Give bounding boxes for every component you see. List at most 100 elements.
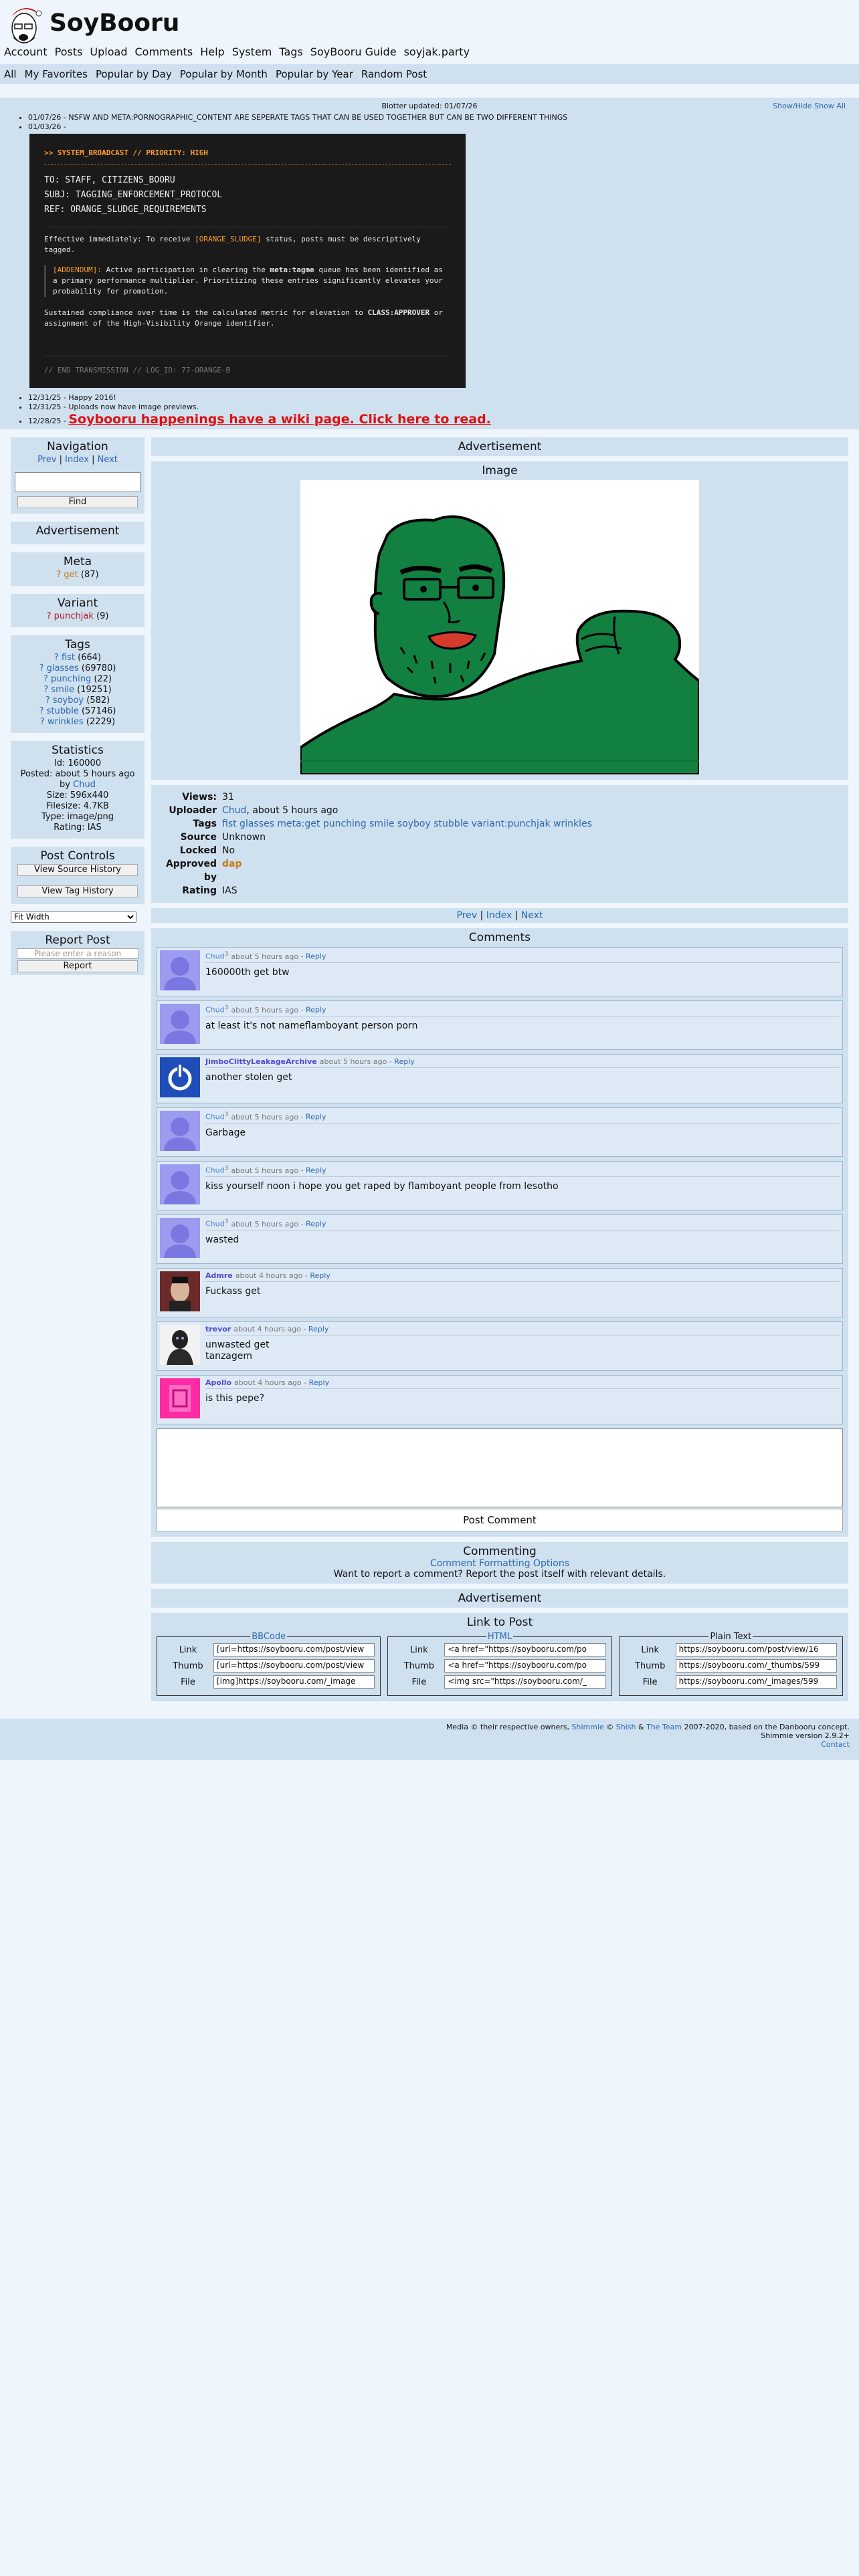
html-file-field[interactable]: <img src="https://soybooru.com/_: [444, 1675, 606, 1689]
team-link[interactable]: The Team: [646, 1723, 682, 1731]
comment-formatting-link[interactable]: Comment Formatting Options: [430, 1558, 569, 1569]
uploader-link[interactable]: Chud: [73, 780, 96, 790]
subnav-popular-day[interactable]: Popular by Day: [96, 68, 172, 80]
comments-block: Comments Chud3 about 5 hours ago - Reply 1…: [151, 928, 848, 1537]
nav-soybooru-guide[interactable]: SoyBooru Guide: [310, 45, 397, 58]
comment-meta: Chud3 about 5 hours ago - Reply: [205, 1218, 840, 1230]
nav-soyjak-party[interactable]: soyjak.party: [404, 45, 470, 58]
comment: JimboClittyLeakageArchive about 5 hours a…: [157, 1054, 843, 1103]
fit-width-select[interactable]: Fit Width: [11, 911, 136, 923]
post-comment-button[interactable]: Post Comment: [157, 1509, 843, 1531]
avatar[interactable]: [160, 1164, 200, 1204]
reply-link[interactable]: Reply: [306, 1220, 326, 1228]
comment-text: Fuckass get: [205, 1286, 261, 1297]
avatar[interactable]: [160, 950, 200, 990]
html-thumb-field[interactable]: <a href="https://soybooru.com/po: [444, 1659, 606, 1673]
plain-file-field[interactable]: https://soybooru.com/_images/599: [675, 1675, 837, 1689]
bbcode-thumb-field[interactable]: [url=https://soybooru.com/post/view: [213, 1659, 375, 1673]
blotter-list: 01/07/26 - NSFW AND META:PORNOGRAPHIC_CO…: [9, 113, 850, 427]
pager-next[interactable]: Next: [521, 910, 543, 921]
avatar[interactable]: [160, 1004, 200, 1044]
search-input[interactable]: [15, 472, 140, 492]
comment-user-link[interactable]: Chud: [205, 1220, 225, 1228]
wiki-page-link[interactable]: Soybooru happenings have a wiki page. Cl…: [68, 412, 491, 427]
nav-index-link[interactable]: Index: [65, 455, 89, 465]
bbcode-file-field[interactable]: [img]https://soybooru.com/_image: [213, 1675, 375, 1689]
soyjak-logo-icon[interactable]: [5, 4, 44, 48]
nav-upload[interactable]: Upload: [90, 45, 127, 58]
comment-time: about 4 hours ago: [233, 1325, 301, 1333]
subnav-popular-month[interactable]: Popular by Month: [180, 68, 268, 80]
subnav-random-post[interactable]: Random Post: [361, 68, 427, 80]
source-value: Unknown: [222, 832, 266, 843]
avatar[interactable]: [160, 1271, 200, 1311]
shish-link[interactable]: Shish: [616, 1723, 636, 1731]
commenting-block: Commenting Comment Formatting Options Wa…: [151, 1542, 848, 1584]
plain-thumb-field[interactable]: https://soybooru.com/_thumbs/599: [675, 1659, 837, 1673]
reply-link[interactable]: Reply: [306, 1166, 326, 1175]
reply-link[interactable]: Reply: [306, 952, 326, 961]
comment-user-link[interactable]: Chud: [205, 1113, 225, 1121]
rating-value: IAS: [222, 885, 237, 896]
html-link-field[interactable]: <a href="https://soybooru.com/po: [444, 1643, 606, 1656]
nav-help[interactable]: Help: [200, 45, 224, 58]
footer-version: Shimmie version 2.9.2+: [761, 1731, 850, 1740]
approver-link[interactable]: dap: [222, 857, 848, 884]
reply-link[interactable]: Reply: [308, 1325, 328, 1333]
plain-link-field[interactable]: https://soybooru.com/post/view/16: [675, 1643, 837, 1656]
view-tag-history-button[interactable]: View Tag History: [17, 885, 138, 897]
nav-comments[interactable]: Comments: [134, 45, 193, 58]
nav-prev-link[interactable]: Prev: [37, 455, 56, 465]
main-nav: Account Posts Upload Comments Help Syste…: [4, 45, 470, 58]
subnav-my-favorites[interactable]: My Favorites: [25, 68, 88, 80]
reply-link[interactable]: Reply: [306, 1113, 326, 1121]
comment-user-link[interactable]: Chud: [205, 952, 225, 961]
comment-user-link[interactable]: trevor: [205, 1325, 231, 1333]
nav-account[interactable]: Account: [4, 45, 47, 58]
navigation-title: Navigation: [47, 440, 108, 453]
tag-wiki-link[interactable]: ?: [47, 611, 52, 621]
uploader-link[interactable]: Chud: [222, 805, 246, 816]
subnav-all[interactable]: All: [4, 68, 17, 80]
nav-system[interactable]: System: [232, 45, 272, 58]
post-image[interactable]: [300, 480, 699, 774]
avatar[interactable]: [160, 1218, 200, 1258]
variant-tag-punchjak[interactable]: punchjak: [54, 611, 94, 621]
report-reason-input[interactable]: Please enter a reason: [17, 948, 138, 959]
avatar[interactable]: [160, 1378, 200, 1418]
avatar[interactable]: [160, 1111, 200, 1151]
comment-user-link[interactable]: Chud: [205, 1006, 225, 1014]
report-button[interactable]: Report: [17, 960, 138, 972]
contact-link[interactable]: Contact: [821, 1740, 850, 1749]
comment-user-link[interactable]: Apollo: [205, 1378, 231, 1387]
blotter-toggle-links[interactable]: Show/Hide Show All: [773, 102, 846, 110]
subnav-popular-year[interactable]: Popular by Year: [276, 68, 353, 80]
nav-posts[interactable]: Posts: [55, 45, 83, 58]
comment-user-link[interactable]: Admre: [205, 1271, 233, 1280]
avatar[interactable]: [160, 1325, 200, 1365]
comment-text: tanzagem: [205, 1351, 253, 1362]
site-title[interactable]: SoyBooru: [50, 9, 179, 37]
reply-link[interactable]: Reply: [309, 1378, 329, 1387]
tag-item: ? fist (664): [54, 653, 102, 663]
find-button[interactable]: Find: [17, 496, 138, 508]
system-broadcast-panel: >> SYSTEM_BROADCAST // PRIORITY: HIGH TO…: [29, 134, 466, 388]
bbcode-link-field[interactable]: [url=https://soybooru.com/post/view: [213, 1643, 375, 1656]
pager-index[interactable]: Index: [486, 910, 512, 921]
tag-wiki-link[interactable]: ?: [56, 570, 61, 580]
tags-value[interactable]: fist glasses meta:get punching smile soy…: [222, 817, 848, 831]
reply-link[interactable]: Reply: [306, 1006, 326, 1014]
comment-user-link[interactable]: Chud: [205, 1166, 225, 1175]
pager-prev[interactable]: Prev: [457, 910, 478, 921]
comment: trevor about 4 hours ago - Reply unwasted …: [157, 1321, 843, 1371]
avatar[interactable]: [160, 1057, 200, 1097]
reply-link[interactable]: Reply: [310, 1271, 330, 1280]
nav-tags[interactable]: Tags: [279, 45, 302, 58]
nav-next-link[interactable]: Next: [98, 455, 118, 465]
shimmie-link[interactable]: Shimmie: [572, 1723, 604, 1731]
comment-textarea[interactable]: [157, 1428, 843, 1507]
comment-user-link[interactable]: JimboClittyLeakageArchive: [205, 1057, 317, 1066]
view-source-history-button[interactable]: View Source History: [17, 864, 138, 876]
reply-link[interactable]: Reply: [394, 1057, 414, 1066]
meta-tag-get[interactable]: get: [64, 570, 78, 580]
